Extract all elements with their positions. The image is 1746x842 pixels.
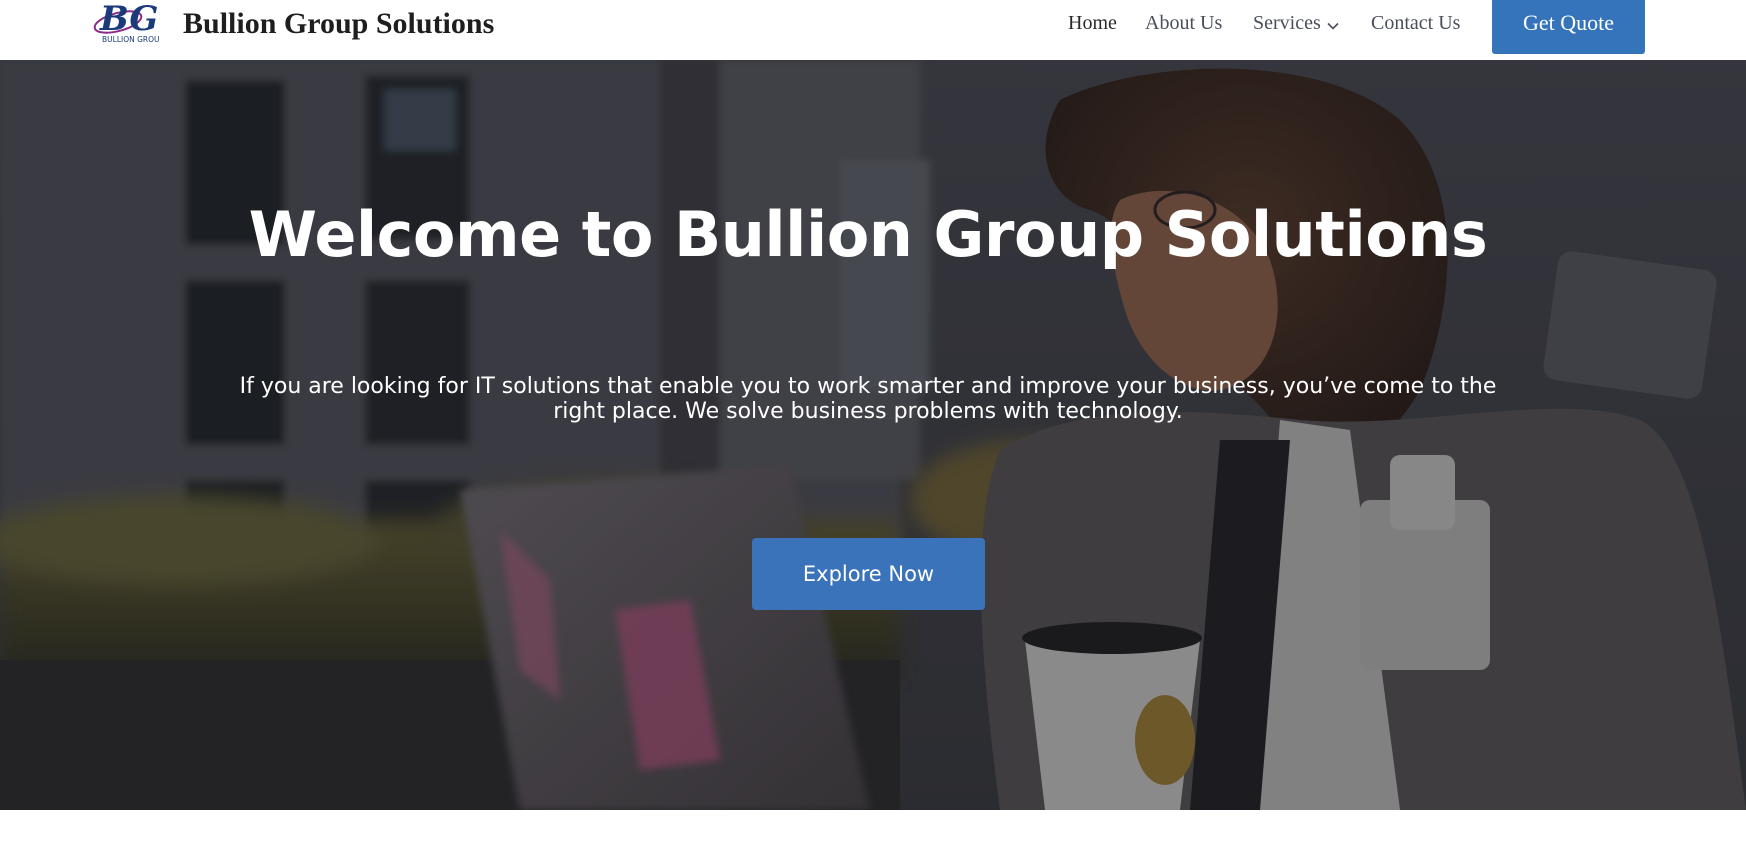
bullion-group-logo[interactable]: BG BULLION GROUP [92,0,165,50]
get-quote-button[interactable]: Get Quote [1492,0,1645,54]
site-header: BG BULLION GROUP Bullion Group Solutions… [0,0,1746,60]
nav-about-us[interactable]: About Us [1145,6,1222,40]
logo-caption: BULLION GROUP [102,35,160,44]
logo-letters: BG [99,0,158,39]
nav-services[interactable]: Services [1253,6,1339,40]
hero-background-image [0,60,1746,810]
nav-contact-us[interactable]: Contact Us [1371,6,1460,40]
nav-services-label: Services [1253,12,1321,34]
nav-home[interactable]: Home [1068,6,1117,40]
hero-subtitle: If you are looking for IT solutions that… [239,374,1497,424]
chevron-down-icon [1327,7,1339,41]
hero-section: Welcome to Bullion Group Solutions If yo… [0,60,1746,810]
brand-name[interactable]: Bullion Group Solutions [183,4,494,44]
explore-now-button[interactable]: Explore Now [752,538,985,610]
hero-title: Welcome to Bullion Group Solutions [248,198,1488,271]
